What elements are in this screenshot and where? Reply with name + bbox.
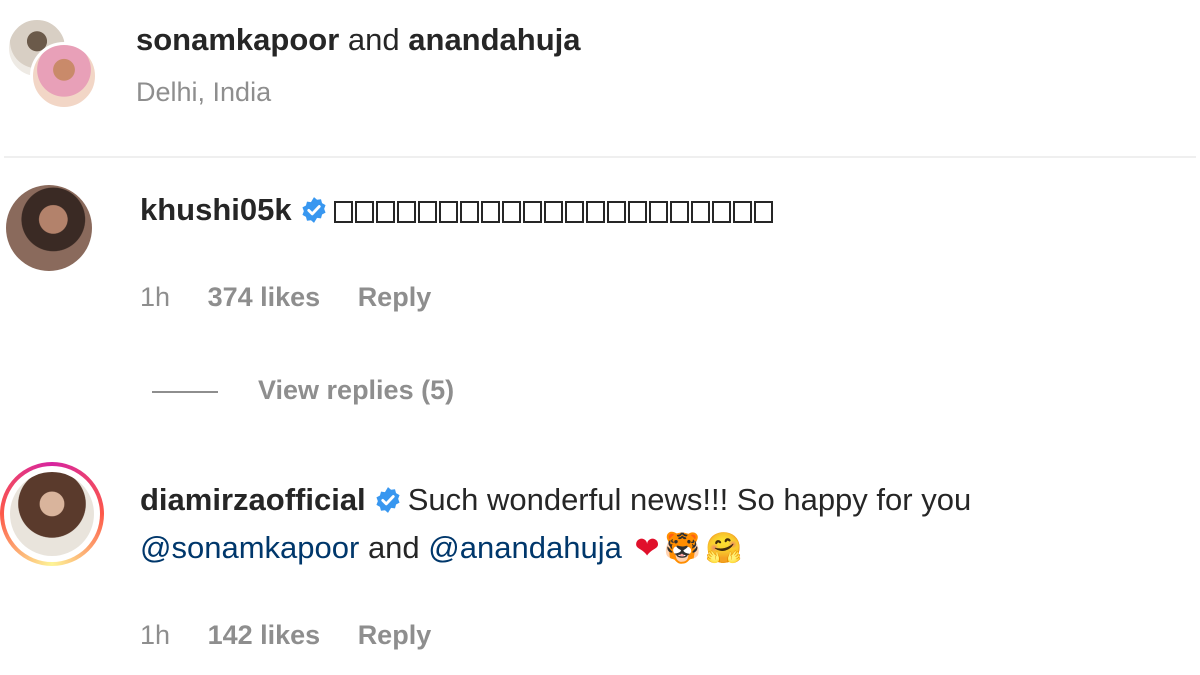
comment-time[interactable]: 1h — [140, 282, 170, 312]
author-link-anandahuja[interactable]: anandahuja — [408, 22, 580, 57]
missing-glyph-box — [606, 201, 626, 223]
missing-glyph-box — [753, 201, 773, 223]
missing-glyph-box — [480, 201, 500, 223]
comment-username[interactable]: diamirzaofficial — [140, 482, 366, 517]
missing-glyph-box — [396, 201, 416, 223]
comment-body: diamirzaofficial Such wonderful news!!! S… — [140, 476, 1180, 573]
post-authors: sonamkapoor and anandahuja — [136, 20, 581, 60]
missing-glyph-box — [648, 201, 668, 223]
missing-glyph-box — [669, 201, 689, 223]
author-link-sonamkapoor[interactable]: sonamkapoor — [136, 22, 339, 57]
avatar-khushi05k[interactable] — [6, 185, 92, 271]
header-divider — [4, 156, 1196, 158]
reply-button[interactable]: Reply — [358, 282, 432, 312]
comment-likes[interactable]: 374 likes — [208, 282, 321, 312]
hugging-emoji-icon: 🤗 — [704, 531, 743, 566]
view-replies-button[interactable]: View replies (5) — [152, 373, 454, 407]
story-ring[interactable] — [0, 462, 104, 566]
comment-text: Such wonderful news!!! So happy for you — [407, 482, 972, 517]
missing-glyph-box — [543, 201, 563, 223]
mention-joiner: and — [367, 530, 420, 565]
comment-time[interactable]: 1h — [140, 620, 170, 650]
mention-sonamkapoor[interactable]: @sonamkapoor — [140, 530, 359, 565]
instagram-comments-view: sonamkapoor and anandahuja Delhi, India … — [0, 0, 1200, 675]
comment-username[interactable]: khushi05k — [140, 192, 292, 227]
missing-glyph-box — [522, 201, 542, 223]
avatar-diamirzaofficial[interactable] — [10, 472, 94, 556]
missing-glyph-box — [627, 201, 647, 223]
missing-glyph-box — [333, 201, 353, 223]
comment-meta: 1h 374 likes Reply — [140, 280, 461, 314]
tiger-emoji-icon: 🐯 — [663, 531, 701, 566]
reply-button[interactable]: Reply — [358, 620, 432, 650]
missing-glyph-box — [585, 201, 605, 223]
mention-anandahuja[interactable]: @anandahuja — [428, 530, 622, 565]
comment-body: khushi05k — [140, 186, 775, 234]
view-replies-label: View replies (5) — [258, 375, 455, 405]
missing-glyph-box — [459, 201, 479, 223]
missing-glyph-box — [732, 201, 752, 223]
missing-glyph-box — [375, 201, 395, 223]
heart-emoji-icon: ❤ — [634, 531, 660, 566]
post-header: sonamkapoor and anandahuja Delhi, India — [0, 0, 1200, 160]
comment-meta: 1h 142 likes Reply — [140, 618, 461, 652]
post-location[interactable]: Delhi, India — [136, 75, 271, 109]
missing-glyph-box — [564, 201, 584, 223]
missing-glyph-box — [438, 201, 458, 223]
missing-glyph-box — [501, 201, 521, 223]
comment-text-unrendered-glyphs — [333, 192, 775, 227]
comment-likes[interactable]: 142 likes — [208, 620, 321, 650]
authors-joiner: and — [347, 22, 400, 57]
verified-badge-icon — [376, 487, 400, 513]
missing-glyph-box — [690, 201, 710, 223]
missing-glyph-box — [711, 201, 731, 223]
view-replies-line — [152, 390, 218, 393]
verified-badge-icon — [302, 197, 326, 223]
missing-glyph-box — [417, 201, 437, 223]
avatar-anandahuja[interactable] — [30, 42, 98, 110]
missing-glyph-box — [354, 201, 374, 223]
